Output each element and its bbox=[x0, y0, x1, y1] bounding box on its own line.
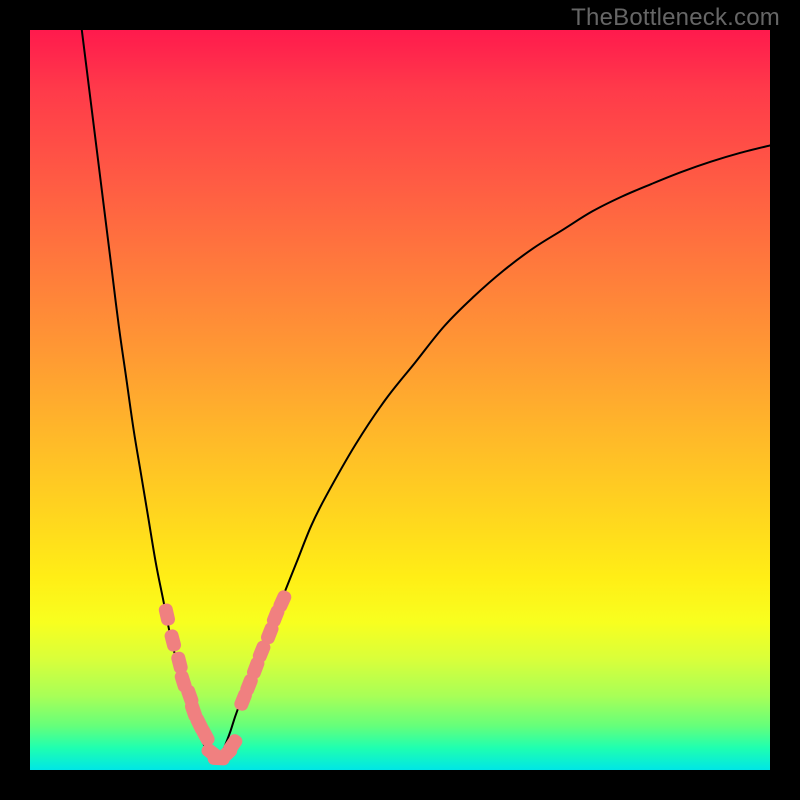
chart-svg bbox=[30, 30, 770, 770]
chart-frame: TheBottleneck.com bbox=[0, 0, 800, 800]
left-markers-group bbox=[158, 602, 217, 748]
left-branch-line bbox=[82, 30, 215, 763]
right-branch-line-path bbox=[215, 145, 770, 762]
left-markers-group-marker bbox=[163, 628, 182, 653]
right-markers-group bbox=[233, 588, 294, 712]
plot-area bbox=[30, 30, 770, 770]
watermark-text: TheBottleneck.com bbox=[571, 4, 780, 32]
left-branch-line-path bbox=[82, 30, 215, 763]
left-markers-group-marker bbox=[158, 602, 177, 627]
right-branch-line bbox=[215, 145, 770, 762]
